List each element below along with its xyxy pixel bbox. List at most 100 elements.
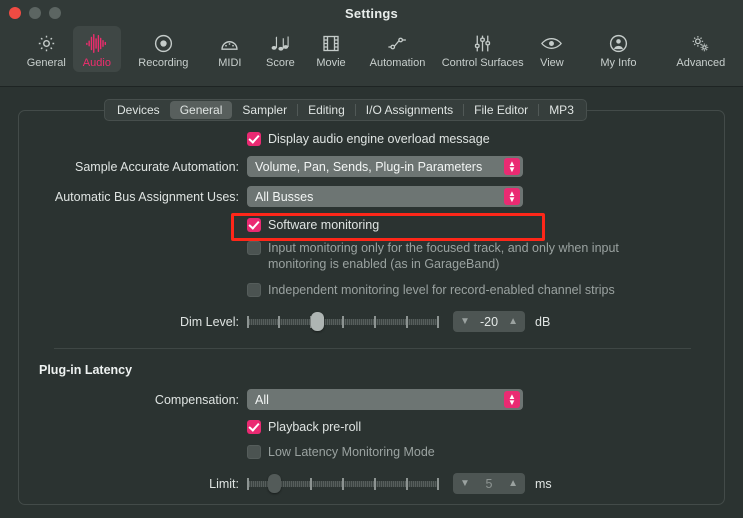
toolbar-item-midi[interactable]: MIDI xyxy=(206,26,255,72)
minimize-button[interactable] xyxy=(29,7,41,19)
playback-preroll-checkbox[interactable] xyxy=(247,420,261,434)
playback-preroll-label: Playback pre-roll xyxy=(268,420,362,434)
limit-slider-thumb[interactable] xyxy=(268,473,281,493)
row-input-monitoring-focused: Input monitoring only for the focused tr… xyxy=(19,240,726,272)
dim-level-label: Dim Level: xyxy=(179,314,239,329)
chevron-updown-icon: ▲ ▼ xyxy=(504,391,520,408)
tab-label-mp3: MP3 xyxy=(549,103,574,117)
automatic-bus-assignment-label: Automatic Bus Assignment Uses: xyxy=(54,189,239,204)
tab-label-sampler: Sampler xyxy=(242,103,288,117)
slider-tick xyxy=(247,477,249,490)
toolbar-label-advanced: Advanced xyxy=(676,57,726,69)
low-latency-monitoring-label: Low Latency Monitoring Mode xyxy=(268,445,435,459)
toolbar-item-view[interactable]: View xyxy=(528,26,577,72)
low-latency-monitoring-group[interactable]: Low Latency Monitoring Mode xyxy=(247,444,435,460)
settings-tab-strip: Devices General Sampler Editing I/O Assi… xyxy=(104,99,587,121)
midi-connector-icon xyxy=(219,30,240,56)
input-monitoring-focused-group[interactable]: Input monitoring only for the focused tr… xyxy=(247,240,659,272)
row-low-latency-monitoring: Low Latency Monitoring Mode xyxy=(19,444,726,460)
tab-label-io-assignments: I/O Assignments xyxy=(365,103,454,117)
chevron-down-icon[interactable]: ▼ xyxy=(460,316,470,327)
slider-tick xyxy=(406,477,408,490)
general-settings-form: Display audio engine overload message Sa… xyxy=(19,111,726,503)
dim-level-slider-thumb[interactable] xyxy=(311,311,324,331)
row-playback-preroll: Playback pre-roll xyxy=(19,419,726,435)
waveform-icon xyxy=(85,30,109,56)
dim-level-stepper[interactable]: ▼ -20 ▲ xyxy=(453,311,525,332)
sample-accurate-automation-label: Sample Accurate Automation: xyxy=(75,159,239,174)
slider-tick xyxy=(310,477,312,490)
input-monitoring-focused-checkbox[interactable] xyxy=(247,241,261,255)
software-monitoring-label: Software monitoring xyxy=(268,218,380,232)
dim-level-slider[interactable] xyxy=(247,311,439,331)
tab-sampler[interactable]: Sampler xyxy=(232,101,297,119)
software-monitoring-checkbox[interactable] xyxy=(247,218,261,232)
overload-checkbox-group[interactable]: Display audio engine overload message xyxy=(247,131,490,147)
tab-mp3[interactable]: MP3 xyxy=(539,101,584,119)
toolbar-item-audio[interactable]: Audio xyxy=(72,26,122,72)
record-circle-icon xyxy=(153,30,174,56)
independent-monitoring-level-label: Independent monitoring level for record-… xyxy=(268,283,615,297)
independent-monitoring-level-group[interactable]: Independent monitoring level for record-… xyxy=(247,282,615,298)
automatic-bus-assignment-popup[interactable]: All Busses ▲ ▼ xyxy=(247,186,523,207)
toolbar-label-automation: Automation xyxy=(369,57,426,69)
compensation-popup[interactable]: All ▲ ▼ xyxy=(247,389,523,410)
toolbar-item-advanced[interactable]: Advanced xyxy=(661,26,741,72)
tab-general[interactable]: General xyxy=(169,101,233,119)
row-overload-message: Display audio engine overload message xyxy=(19,131,726,147)
limit-slider[interactable] xyxy=(247,473,439,493)
sample-accurate-automation-popup[interactable]: Volume, Pan, Sends, Plug-in Parameters ▲… xyxy=(247,156,523,177)
row-dim-level: Dim Level: ▼ -20 ▲ dB xyxy=(19,311,726,332)
toolbar-item-my-info[interactable]: My Info xyxy=(578,26,658,72)
toolbar-label-general: General xyxy=(26,57,66,69)
toolbar-item-general[interactable]: General xyxy=(22,26,71,72)
music-notes-icon xyxy=(269,30,291,56)
automation-nodes-icon xyxy=(386,30,410,56)
limit-stepper[interactable]: ▼ 5 ▲ xyxy=(453,473,525,494)
playback-preroll-group[interactable]: Playback pre-roll xyxy=(247,419,361,435)
tab-file-editor[interactable]: File Editor xyxy=(464,101,538,119)
slider-tick xyxy=(437,477,439,490)
eye-icon xyxy=(540,30,563,56)
window-title: Settings xyxy=(345,5,398,21)
toolbar-item-automation[interactable]: Automation xyxy=(357,26,437,72)
toolbar-item-recording[interactable]: Recording xyxy=(123,26,203,72)
toolbar-label-control-surfaces: Control Surfaces xyxy=(441,57,524,69)
chevron-up-icon[interactable]: ▲ xyxy=(508,478,518,489)
faders-icon xyxy=(472,30,493,56)
software-monitoring-group[interactable]: Software monitoring xyxy=(247,217,379,233)
toolbar-item-movie[interactable]: Movie xyxy=(307,26,356,72)
dim-level-value: -20 xyxy=(479,314,499,329)
double-gear-icon xyxy=(689,30,712,56)
chevron-down-icon[interactable]: ▼ xyxy=(460,478,470,489)
maximize-button[interactable] xyxy=(49,7,61,19)
limit-label: Limit: xyxy=(209,476,239,491)
toolbar-label-view: View xyxy=(540,57,564,69)
independent-monitoring-level-checkbox[interactable] xyxy=(247,283,261,297)
settings-toolbar: General Audio Recording MIDI Score Movie… xyxy=(0,26,743,87)
toolbar-item-score[interactable]: Score xyxy=(256,26,305,72)
input-monitoring-focused-label: Input monitoring only for the focused tr… xyxy=(268,241,619,271)
close-button[interactable] xyxy=(9,7,21,19)
tab-label-devices: Devices xyxy=(117,103,160,117)
low-latency-monitoring-checkbox[interactable] xyxy=(247,445,261,459)
overload-checkbox[interactable] xyxy=(247,132,261,146)
automatic-bus-assignment-value: All Busses xyxy=(255,189,314,204)
slider-tick xyxy=(342,477,344,490)
row-independent-monitoring-level: Independent monitoring level for record-… xyxy=(19,282,726,298)
slider-tick xyxy=(406,315,408,328)
window-title-bar: Settings xyxy=(0,0,743,26)
tab-io-assignments[interactable]: I/O Assignments xyxy=(356,101,463,119)
toolbar-label-my-info: My Info xyxy=(600,57,637,69)
tab-editing[interactable]: Editing xyxy=(298,101,355,119)
tab-label-general: General xyxy=(179,103,223,117)
chevron-up-icon[interactable]: ▲ xyxy=(508,316,518,327)
slider-tick xyxy=(342,315,344,328)
toolbar-item-control-surfaces[interactable]: Control Surfaces xyxy=(440,26,526,72)
row-sample-accurate-automation: Sample Accurate Automation: Volume, Pan,… xyxy=(19,156,726,177)
tab-devices[interactable]: Devices xyxy=(107,101,170,119)
slider-tick xyxy=(374,477,376,490)
compensation-label: Compensation: xyxy=(154,392,239,407)
limit-value: 5 xyxy=(485,476,493,491)
row-compensation: Compensation: All ▲ ▼ xyxy=(19,389,726,410)
